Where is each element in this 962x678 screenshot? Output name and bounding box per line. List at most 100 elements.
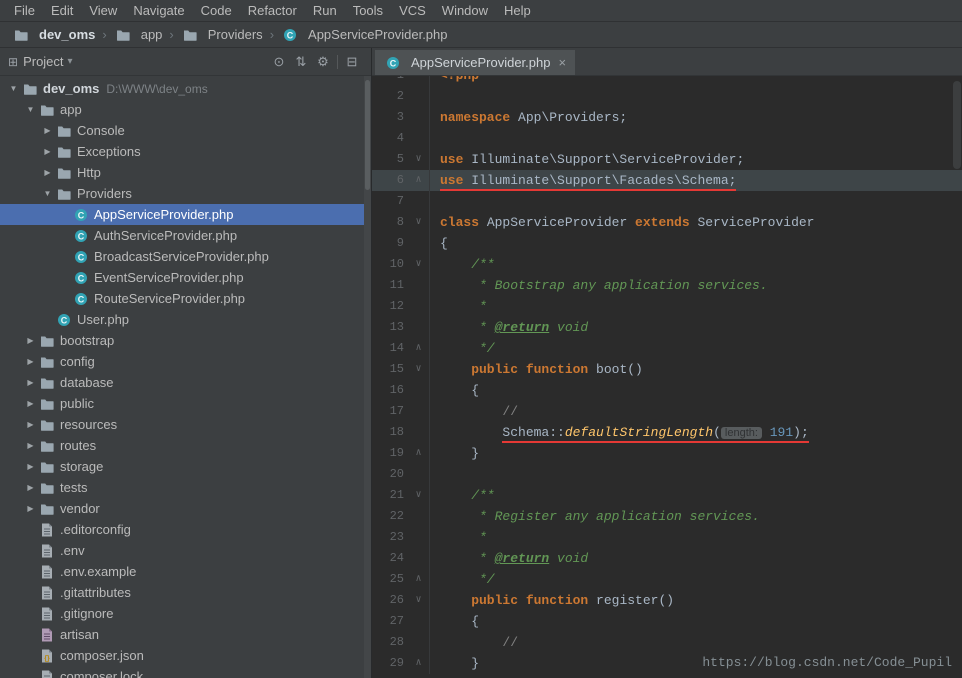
fold-start-icon[interactable]: ∨	[408, 359, 430, 380]
tree-item-composer-json[interactable]: {}composer.json	[0, 645, 371, 666]
fold-end-icon[interactable]: ∧	[408, 170, 430, 191]
tree-item-vendor[interactable]: ▶vendor	[0, 498, 371, 519]
scrollbar-thumb[interactable]	[365, 80, 370, 190]
chevron-right-icon[interactable]: ▶	[23, 357, 38, 366]
breadcrumb-item-providers[interactable]: Providers	[179, 27, 265, 42]
settings-icon[interactable]: ⚙	[312, 54, 334, 70]
fold-start-icon[interactable]: ∨	[408, 485, 430, 506]
chevron-right-icon[interactable]: ▶	[40, 126, 55, 135]
tree-item-public[interactable]: ▶public	[0, 393, 371, 414]
code-line-22[interactable]: 22 * Register any application services.	[372, 506, 962, 527]
tree-item-composer-lock[interactable]: composer.lock	[0, 666, 371, 678]
menu-item-help[interactable]: Help	[496, 0, 539, 21]
code-line-13[interactable]: 13 * @return void	[372, 317, 962, 338]
tree-item-app[interactable]: ▼app	[0, 99, 371, 120]
tree-item-authserviceprovider-php[interactable]: CAuthServiceProvider.php	[0, 225, 371, 246]
code-line-7[interactable]: 7	[372, 191, 962, 212]
chevron-right-icon[interactable]: ▶	[23, 441, 38, 450]
code-line-3[interactable]: 3namespace App\Providers;	[372, 107, 962, 128]
tree-item-bootstrap[interactable]: ▶bootstrap	[0, 330, 371, 351]
locate-icon[interactable]: ⊙	[268, 54, 290, 70]
code-line-8[interactable]: 8∨class AppServiceProvider extends Servi…	[372, 212, 962, 233]
fold-start-icon[interactable]: ∨	[408, 149, 430, 170]
breadcrumb-item-dev-oms[interactable]: dev_oms	[10, 27, 97, 42]
tree-item-user-php[interactable]: CUser.php	[0, 309, 371, 330]
menu-item-run[interactable]: Run	[305, 0, 345, 21]
chevron-down-icon[interactable]: ▾	[68, 56, 73, 67]
tree-item-http[interactable]: ▶Http	[0, 162, 371, 183]
menu-item-edit[interactable]: Edit	[43, 0, 81, 21]
code-line-16[interactable]: 16 {	[372, 380, 962, 401]
close-icon[interactable]: ×	[558, 55, 566, 70]
breadcrumb-item-app[interactable]: app	[112, 27, 165, 42]
chevron-right-icon[interactable]: ▶	[23, 504, 38, 513]
fold-start-icon[interactable]: ∨	[408, 254, 430, 275]
code-line-14[interactable]: 14∧ */	[372, 338, 962, 359]
menu-item-code[interactable]: Code	[193, 0, 240, 21]
chevron-right-icon[interactable]: ▶	[23, 336, 38, 345]
tree-item-config[interactable]: ▶config	[0, 351, 371, 372]
menu-item-window[interactable]: Window	[434, 0, 496, 21]
code-line-27[interactable]: 27 {	[372, 611, 962, 632]
chevron-right-icon[interactable]: ▶	[23, 483, 38, 492]
tree-item-routes[interactable]: ▶routes	[0, 435, 371, 456]
code-line-19[interactable]: 19∧ }	[372, 443, 962, 464]
code-line-20[interactable]: 20	[372, 464, 962, 485]
menu-item-refactor[interactable]: Refactor	[240, 0, 305, 21]
code-line-17[interactable]: 17 //	[372, 401, 962, 422]
code-line-26[interactable]: 26∨ public function register()	[372, 590, 962, 611]
code-line-23[interactable]: 23 *	[372, 527, 962, 548]
menu-item-navigate[interactable]: Navigate	[125, 0, 192, 21]
code-line-1[interactable]: 1<?php	[372, 76, 962, 86]
code-line-9[interactable]: 9{	[372, 233, 962, 254]
chevron-down-icon[interactable]: ▼	[40, 189, 55, 198]
editor-scrollbar-thumb[interactable]	[953, 81, 961, 169]
menu-item-vcs[interactable]: VCS	[391, 0, 434, 21]
chevron-right-icon[interactable]: ▶	[23, 399, 38, 408]
chevron-right-icon[interactable]: ▶	[23, 378, 38, 387]
chevron-right-icon[interactable]: ▶	[40, 147, 55, 156]
code-line-25[interactable]: 25∧ */	[372, 569, 962, 590]
tree-item-eventserviceprovider-php[interactable]: CEventServiceProvider.php	[0, 267, 371, 288]
tree-item-exceptions[interactable]: ▶Exceptions	[0, 141, 371, 162]
code-line-2[interactable]: 2	[372, 86, 962, 107]
tree-item-console[interactable]: ▶Console	[0, 120, 371, 141]
code-line-6[interactable]: 6∧use Illuminate\Support\Facades\Schema;	[372, 170, 962, 191]
code-line-11[interactable]: 11 * Bootstrap any application services.	[372, 275, 962, 296]
chevron-right-icon[interactable]: ▶	[23, 420, 38, 429]
tree-item-storage[interactable]: ▶storage	[0, 456, 371, 477]
code-line-10[interactable]: 10∨ /**	[372, 254, 962, 275]
project-scrollbar[interactable]	[364, 76, 371, 678]
tree-item-gitignore[interactable]: .gitignore	[0, 603, 371, 624]
hide-panel-icon[interactable]: ⊟	[341, 54, 363, 70]
tree-item-artisan[interactable]: artisan	[0, 624, 371, 645]
chevron-right-icon[interactable]: ▶	[40, 168, 55, 177]
code-line-18[interactable]: 18 Schema::defaultStringLength(length: 1…	[372, 422, 962, 443]
editor-tab-appserviceprovider[interactable]: C AppServiceProvider.php ×	[375, 50, 575, 75]
code-line-4[interactable]: 4	[372, 128, 962, 149]
tree-item-database[interactable]: ▶database	[0, 372, 371, 393]
fold-end-icon[interactable]: ∧	[408, 653, 430, 674]
tree-item-dev-oms[interactable]: ▼dev_omsD:\WWW\dev_oms	[0, 78, 371, 99]
tree-item-env[interactable]: .env	[0, 540, 371, 561]
menu-item-file[interactable]: File	[6, 0, 43, 21]
fold-end-icon[interactable]: ∧	[408, 569, 430, 590]
tree-item-gitattributes[interactable]: .gitattributes	[0, 582, 371, 603]
code-line-12[interactable]: 12 *	[372, 296, 962, 317]
tree-item-providers[interactable]: ▼Providers	[0, 183, 371, 204]
chevron-down-icon[interactable]: ▼	[6, 84, 21, 93]
tree-item-appserviceprovider-php[interactable]: CAppServiceProvider.php	[0, 204, 371, 225]
code-line-21[interactable]: 21∨ /**	[372, 485, 962, 506]
chevron-down-icon[interactable]: ▼	[23, 105, 38, 114]
tree-item-tests[interactable]: ▶tests	[0, 477, 371, 498]
code-line-28[interactable]: 28 //	[372, 632, 962, 653]
menu-item-tools[interactable]: Tools	[345, 0, 391, 21]
project-panel-title[interactable]: Project	[23, 54, 63, 69]
code-line-5[interactable]: 5∨use Illuminate\Support\ServiceProvider…	[372, 149, 962, 170]
code-editor[interactable]: 1<?php23namespace App\Providers;45∨use I…	[372, 76, 962, 678]
fold-end-icon[interactable]: ∧	[408, 338, 430, 359]
tree-item-editorconfig[interactable]: .editorconfig	[0, 519, 371, 540]
breadcrumb-item-appserviceprovider-php[interactable]: CAppServiceProvider.php	[279, 27, 449, 42]
tree-item-broadcastserviceprovider-php[interactable]: CBroadcastServiceProvider.php	[0, 246, 371, 267]
code-line-24[interactable]: 24 * @return void	[372, 548, 962, 569]
